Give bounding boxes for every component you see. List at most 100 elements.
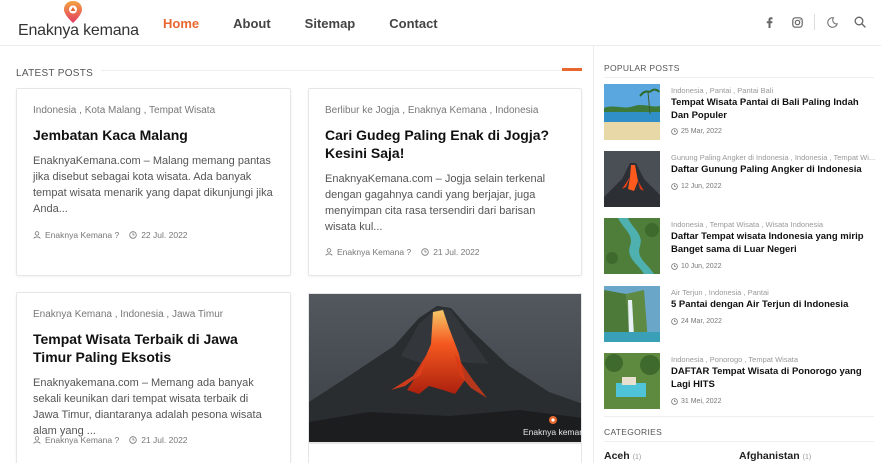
post-meta: Enaknya Kemana ? 22 Jul. 2022 [33, 230, 188, 240]
header-separator [814, 14, 815, 30]
post-card[interactable]: Berlibur ke Jogja , Enaknya Kemana , Ind… [308, 88, 582, 276]
facebook-icon[interactable] [758, 12, 780, 32]
popular-thumbnail[interactable] [604, 151, 660, 207]
clock-icon [671, 128, 678, 135]
categories-title: CATEGORIES [604, 427, 663, 437]
nav-sitemap[interactable]: Sitemap [294, 16, 367, 31]
popular-categories[interactable]: Air Terjun , Indonesia , Pantai [671, 288, 876, 297]
popular-date-row: 10 Jun, 2022 [671, 263, 721, 270]
post-excerpt: Enaknyakemana.com – Memang ada banyak se… [33, 377, 262, 437]
map-pin-logo-icon [64, 1, 82, 23]
category-name[interactable]: Afghanistan [739, 450, 800, 462]
post-card[interactable]: Enaknya Kemana , Indonesia , Jawa Timur … [16, 292, 291, 463]
popular-thumbnail[interactable] [604, 84, 660, 140]
post-card[interactable]: Indonesia , Kota Malang , Tempat Wisata … [16, 88, 291, 276]
popular-date: 31 Mei, 2022 [681, 398, 722, 405]
clock-icon [129, 436, 137, 444]
nav-contact[interactable]: Contact [378, 16, 448, 31]
categories-line [604, 441, 874, 442]
post-author[interactable]: Enaknya Kemana ? [337, 247, 411, 257]
popular-posts-title: POPULAR POSTS [604, 63, 680, 73]
category-count: (1) [632, 454, 642, 461]
popular-title[interactable]: Daftar Tempat wisata Indonesia yang miri… [671, 231, 879, 256]
popular-line [604, 77, 874, 78]
post-date: 21 Jul. 2022 [433, 247, 480, 257]
post-date: 22 Jul. 2022 [141, 230, 188, 240]
post-title[interactable]: Jembatan Kaca Malang [33, 126, 274, 144]
popular-date-row: 25 Mar, 2022 [671, 128, 722, 135]
sidebar-separator [604, 416, 874, 417]
popular-title[interactable]: Daftar Gunung Paling Angker di Indonesia [671, 164, 879, 177]
post-excerpt: EnaknyaKemana.com – Jogja selain terkena… [325, 173, 546, 233]
popular-categories[interactable]: Indonesia , Pantai , Pantai Bali [671, 86, 876, 95]
popular-date-row: 31 Mei, 2022 [671, 398, 721, 405]
post-categories[interactable]: Berlibur ke Jogja , Enaknya Kemana , Ind… [325, 105, 565, 116]
post-title[interactable]: Tempat Wisata Terbaik di Jawa Timur Pali… [33, 330, 274, 366]
volcano-thumbnail [604, 151, 660, 207]
popular-post[interactable]: Indonesia , Ponorogo , Tempat Wisata DAF… [604, 353, 876, 409]
post-categories[interactable]: Enaknya Kemana , Indonesia , Jawa Timur [33, 309, 274, 320]
park-thumbnail [604, 353, 660, 409]
header-icons [752, 12, 871, 32]
search-icon[interactable] [849, 12, 871, 32]
clock-icon [671, 183, 678, 190]
dark-mode-icon[interactable] [821, 12, 843, 32]
river-thumbnail [604, 218, 660, 274]
clock-icon [671, 263, 678, 270]
post-date: 21 Jul. 2022 [141, 435, 188, 445]
waterfall-thumbnail [604, 286, 660, 342]
user-icon [33, 436, 41, 444]
popular-thumbnail[interactable] [604, 353, 660, 409]
popular-categories[interactable]: Gunung Paling Angker di Indonesia , Indo… [671, 153, 876, 162]
nav-about[interactable]: About [222, 16, 282, 31]
beach-thumbnail [604, 84, 660, 140]
popular-post[interactable]: Indonesia , Tempat Wisata , Wisata Indon… [604, 218, 876, 274]
post-card-image[interactable]: Enaknya kemana [308, 293, 582, 443]
category-name[interactable]: Aceh [604, 450, 630, 462]
latest-posts-heading: LATEST POSTS [16, 63, 582, 79]
popular-date: 10 Jun, 2022 [681, 263, 722, 270]
category-link[interactable]: Aceh (1) [604, 450, 641, 462]
popular-thumbnail[interactable] [604, 218, 660, 274]
latest-posts-title: LATEST POSTS [16, 68, 102, 79]
post-excerpt: EnaknyaKemana.com – Malang memang pantas… [33, 155, 273, 215]
heading-accent [562, 68, 582, 71]
popular-post[interactable]: Indonesia , Pantai , Pantai Bali Tempat … [604, 84, 876, 140]
site-logo[interactable]: Enaknya kemana [18, 0, 139, 46]
popular-title[interactable]: 5 Pantai dengan Air Terjun di Indonesia [671, 299, 879, 312]
user-icon [325, 248, 333, 256]
popular-title[interactable]: Tempat Wisata Pantai di Bali Paling Inda… [671, 97, 879, 122]
popular-title[interactable]: DAFTAR Tempat Wisata di Ponorogo yang La… [671, 366, 879, 391]
clock-icon [671, 318, 678, 325]
category-count: (1) [802, 454, 812, 461]
post-meta: Enaknya Kemana ? 21 Jul. 2022 [33, 435, 188, 445]
popular-post[interactable]: Gunung Paling Angker di Indonesia , Indo… [604, 151, 876, 207]
volcano-image [309, 294, 581, 442]
nav-home[interactable]: Home [152, 16, 210, 31]
image-card-bottom [308, 443, 582, 463]
popular-date-row: 24 Mar, 2022 [671, 318, 722, 325]
popular-date: 12 Jun, 2022 [681, 183, 722, 190]
popular-date: 24 Mar, 2022 [681, 318, 722, 325]
post-author[interactable]: Enaknya Kemana ? [45, 230, 119, 240]
popular-post[interactable]: Air Terjun , Indonesia , Pantai 5 Pantai… [604, 286, 876, 342]
clock-icon [421, 248, 429, 256]
image-watermark: Enaknya kemana [523, 427, 581, 437]
site-header: Enaknya kemana Home About Sitemap Contac… [0, 0, 881, 46]
popular-categories[interactable]: Indonesia , Ponorogo , Tempat Wisata [671, 355, 876, 364]
logo-text: Enaknya kemana [18, 22, 139, 39]
clock-icon [671, 398, 678, 405]
popular-date-row: 12 Jun, 2022 [671, 183, 721, 190]
popular-categories[interactable]: Indonesia , Tempat Wisata , Wisata Indon… [671, 220, 876, 229]
main-nav: Home About Sitemap Contact [152, 0, 461, 46]
post-categories[interactable]: Indonesia , Kota Malang , Tempat Wisata [33, 105, 274, 116]
post-meta: Enaknya Kemana ? 21 Jul. 2022 [325, 247, 480, 257]
sidebar-divider [593, 46, 594, 463]
instagram-icon[interactable] [786, 12, 808, 32]
post-author[interactable]: Enaknya Kemana ? [45, 435, 119, 445]
user-icon [33, 231, 41, 239]
popular-thumbnail[interactable] [604, 286, 660, 342]
category-link[interactable]: Afghanistan (1) [739, 450, 811, 462]
post-title[interactable]: Cari Gudeg Paling Enak di Jogja? Kesini … [325, 126, 565, 162]
popular-date: 25 Mar, 2022 [681, 128, 722, 135]
